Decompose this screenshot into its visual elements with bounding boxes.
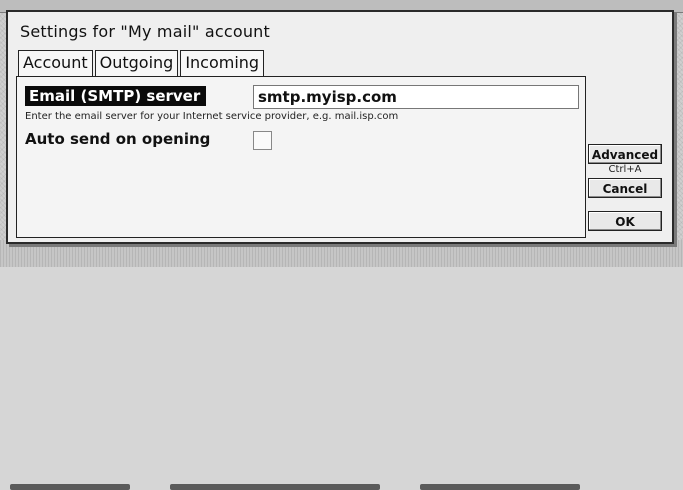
smtp-server-input[interactable] bbox=[253, 85, 579, 109]
tab-account[interactable]: Account bbox=[18, 50, 93, 76]
account-settings-dialog: Settings for "My mail" account Account O… bbox=[6, 10, 674, 244]
outgoing-panel: Email (SMTP) server Enter the email serv… bbox=[16, 76, 586, 238]
tab-outgoing[interactable]: Outgoing bbox=[94, 50, 179, 76]
tab-bar: Account Outgoing Incoming bbox=[18, 50, 265, 76]
smtp-server-label: Email (SMTP) server bbox=[25, 86, 207, 106]
advanced-shortcut-hint: Ctrl+A bbox=[608, 164, 642, 175]
auto-send-label: Auto send on opening bbox=[25, 130, 211, 148]
advanced-button[interactable]: Advanced bbox=[588, 144, 662, 164]
background-window-bottom bbox=[0, 240, 683, 490]
background-bar bbox=[420, 484, 580, 490]
tab-incoming[interactable]: Incoming bbox=[180, 50, 265, 76]
cancel-button[interactable]: Cancel bbox=[588, 178, 662, 198]
background-bar bbox=[170, 484, 380, 490]
ok-button[interactable]: OK bbox=[588, 211, 662, 231]
smtp-server-hint: Enter the email server for your Internet… bbox=[25, 111, 399, 122]
background-bar bbox=[10, 484, 130, 490]
dialog-title: Settings for "My mail" account bbox=[20, 22, 270, 41]
auto-send-checkbox[interactable] bbox=[253, 131, 272, 150]
